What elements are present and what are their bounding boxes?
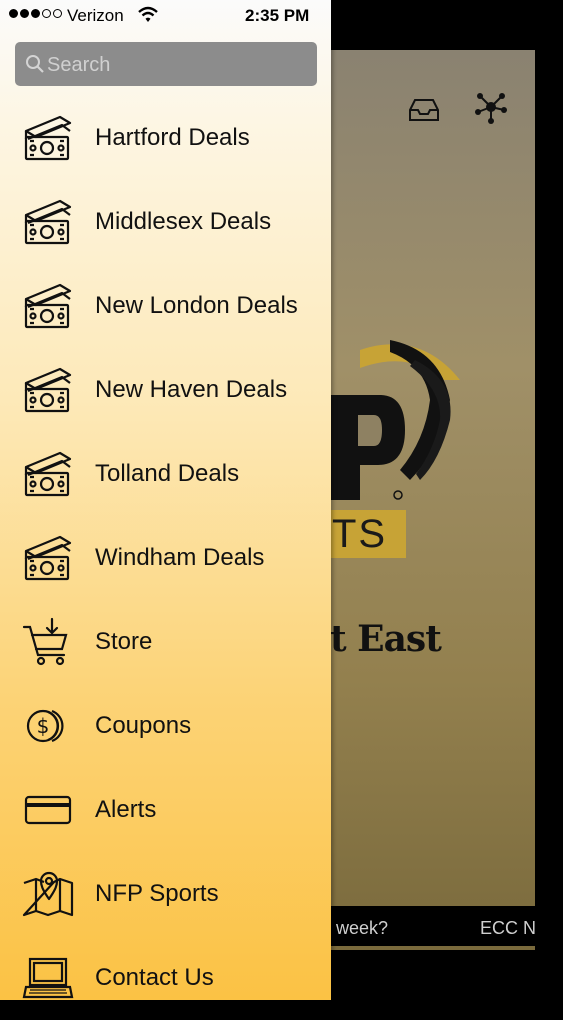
money-stack-icon bbox=[22, 113, 74, 163]
ticker-item[interactable]: week? bbox=[336, 918, 388, 939]
menu-item[interactable]: Tolland Deals bbox=[0, 432, 331, 516]
status-time: 2:35 PM bbox=[245, 6, 310, 25]
news-ticker[interactable]: week? ECC N bbox=[330, 906, 563, 946]
map-pin-icon bbox=[22, 869, 74, 919]
menu-item-label: Windham Deals bbox=[95, 544, 265, 571]
menu-item-label: Middlesex Deals bbox=[95, 208, 272, 235]
wifi-icon bbox=[138, 6, 158, 22]
coupon-icon: $ bbox=[22, 701, 74, 751]
inbox-icon[interactable] bbox=[408, 98, 440, 122]
cart-icon bbox=[22, 617, 74, 667]
menu-item[interactable]: Store bbox=[0, 600, 331, 684]
menu-item[interactable]: $ Coupons bbox=[0, 684, 331, 768]
search-input[interactable] bbox=[45, 42, 314, 88]
laptop-icon bbox=[22, 953, 74, 1003]
signal-strength-icon bbox=[9, 9, 62, 18]
money-stack-icon bbox=[22, 449, 74, 499]
menu-item-label: New London Deals bbox=[95, 292, 298, 319]
menu-item[interactable]: NFP Sports bbox=[0, 852, 331, 936]
search-bar[interactable] bbox=[15, 42, 317, 88]
menu-item[interactable]: Contact Us bbox=[0, 936, 331, 1020]
menu-item[interactable]: New Haven Deals bbox=[0, 348, 331, 432]
background-app: TS t East bbox=[330, 50, 535, 950]
navigation-drawer: Verizon 2:35 PM Hartford Deals Middlesex … bbox=[0, 0, 331, 1000]
menu-item-label: Store bbox=[95, 628, 153, 655]
logo-text: TS bbox=[330, 510, 406, 558]
menu-item-label: New Haven Deals bbox=[95, 376, 288, 403]
menu-item-label: Hartford Deals bbox=[95, 124, 250, 151]
money-stack-icon bbox=[22, 281, 74, 331]
menu-item-label: NFP Sports bbox=[95, 880, 219, 907]
money-stack-icon bbox=[22, 197, 74, 247]
menu-item[interactable]: New London Deals bbox=[0, 264, 331, 348]
menu-item-label: Contact Us bbox=[95, 964, 214, 991]
headline: t East bbox=[330, 618, 442, 660]
menu-item[interactable]: Hartford Deals bbox=[0, 96, 331, 180]
menu-item[interactable]: Middlesex Deals bbox=[0, 180, 331, 264]
ticker-item[interactable]: ECC N bbox=[480, 918, 536, 939]
menu-item[interactable]: Alerts bbox=[0, 768, 331, 852]
search-icon bbox=[26, 55, 44, 73]
carrier-name: Verizon bbox=[67, 6, 124, 25]
screen-edge bbox=[535, 0, 563, 1000]
status-bar: Verizon 2:35 PM bbox=[0, 0, 331, 32]
network-share-icon[interactable] bbox=[474, 90, 508, 124]
svg-text:$: $ bbox=[37, 714, 50, 738]
money-stack-icon bbox=[22, 365, 74, 415]
money-stack-icon bbox=[22, 533, 74, 583]
menu-item-label: Alerts bbox=[95, 796, 157, 823]
menu-item-label: Tolland Deals bbox=[95, 460, 240, 487]
menu-item[interactable]: Windham Deals bbox=[0, 516, 331, 600]
menu-item-label: Coupons bbox=[95, 712, 192, 739]
card-icon bbox=[22, 785, 74, 835]
